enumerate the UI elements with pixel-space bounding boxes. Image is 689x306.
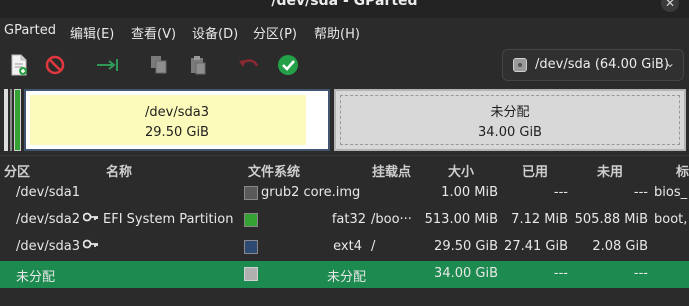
mount-cell: /boo··· — [371, 212, 411, 227]
name-cell: EFI System Partition — [103, 212, 234, 227]
unused-cell: 2.08 GiB — [592, 239, 648, 254]
mount-cell: / — [371, 239, 376, 254]
col-name[interactable]: 名称 — [106, 161, 132, 180]
unused-cell: --- — [633, 266, 648, 281]
disk-icon — [513, 58, 527, 72]
partition-cell: 未分配 — [16, 270, 56, 285]
table-row-selected[interactable]: 未分配 未分配 34.00 GiB --- --- — [0, 261, 689, 288]
new-partition-icon[interactable] — [6, 52, 32, 78]
fs-color-swatch — [244, 213, 258, 227]
col-partition[interactable]: 分区 — [4, 161, 30, 180]
menu-edit[interactable]: 编辑(E) — [70, 23, 114, 42]
apply-icon[interactable] — [275, 52, 301, 78]
segment-gap — [10, 89, 12, 151]
fs-color-swatch — [244, 267, 258, 281]
device-selector-label: /dev/sda (64.00 GiB) — [535, 57, 669, 72]
unused-cell: 505.88 MiB — [574, 212, 648, 227]
size-cell: 513.00 MiB — [424, 212, 498, 227]
fs-cell: fat32 — [331, 212, 366, 227]
used-cell: 27.41 GiB — [504, 239, 568, 254]
partition-cell: /dev/sda3 — [16, 239, 80, 254]
size-cell: 1.00 MiB — [441, 185, 498, 200]
flags-cell: bios_ — [654, 185, 688, 200]
fs-cell: grub2 core.img — [261, 185, 361, 200]
col-size[interactable]: 大小 — [448, 161, 474, 180]
key-icon — [83, 211, 99, 227]
menu-view[interactable]: 查看(V) — [131, 23, 176, 42]
col-flags[interactable]: 标 — [676, 161, 689, 180]
key-icon — [83, 238, 99, 254]
unallocated-name: 未分配 — [490, 105, 530, 120]
table-header: 分区 名称 文件系统 挂载点 大小 已用 未用 标 — [0, 155, 689, 181]
sda2-segment[interactable] — [14, 89, 21, 151]
sda3-name: /dev/sda3 — [145, 105, 209, 120]
partition-cell: /dev/sda2 — [16, 212, 80, 227]
unallocated-size: 34.00 GiB — [478, 125, 542, 140]
sda1-segment[interactable] — [4, 89, 8, 151]
paste-icon[interactable] — [185, 52, 211, 78]
menu-device[interactable]: 设备(D) — [192, 23, 238, 42]
resize-move-icon[interactable] — [95, 52, 121, 78]
table-row[interactable]: /dev/sda3 ext4 / 29.50 GiB 27.41 GiB 2.0… — [0, 234, 689, 261]
fs-cell: 未分配 — [326, 270, 366, 285]
close-icon[interactable]: ✕ — [661, 0, 679, 12]
col-used[interactable]: 已用 — [522, 161, 548, 180]
sda3-size: 29.50 GiB — [145, 125, 209, 140]
chevron-down-icon: ⌄ — [664, 56, 675, 70]
partition-cell: /dev/sda1 — [16, 185, 80, 200]
col-filesystem[interactable]: 文件系统 — [248, 161, 300, 180]
flags-cell: boot, — [654, 212, 688, 227]
fs-color-swatch — [244, 186, 258, 200]
fs-color-swatch — [244, 240, 258, 254]
device-selector[interactable]: /dev/sda (64.00 GiB) ⌄ — [502, 49, 684, 81]
menu-bar: GParted 编辑(E) 查看(V) 设备(D) 分区(P) 帮助(H) — [0, 18, 689, 46]
used-cell: --- — [553, 185, 568, 200]
menu-partition[interactable]: 分区(P) — [253, 23, 297, 42]
partition-visualization: /dev/sda3 29.50 GiB 未分配 34.00 GiB — [0, 86, 689, 154]
window-title: /dev/sda - GParted — [271, 0, 418, 9]
table-row[interactable]: /dev/sda1 grub2 core.img 1.00 MiB --- --… — [0, 180, 689, 207]
used-cell: --- — [553, 266, 568, 281]
used-cell: 7.12 MiB — [511, 212, 568, 227]
col-mountpoint[interactable]: 挂载点 — [372, 161, 411, 180]
sda3-segment[interactable]: /dev/sda3 29.50 GiB — [24, 89, 330, 151]
copy-icon[interactable] — [146, 52, 172, 78]
delete-icon[interactable] — [42, 52, 68, 78]
size-cell: 34.00 GiB — [434, 266, 498, 281]
unallocated-segment[interactable]: 未分配 34.00 GiB — [334, 89, 686, 151]
fs-cell: ext4 — [333, 239, 362, 254]
undo-icon[interactable] — [236, 52, 262, 78]
title-bar: /dev/sda - GParted ✕ — [0, 0, 689, 18]
col-unused[interactable]: 未用 — [597, 161, 623, 180]
unused-cell: --- — [633, 185, 648, 200]
menu-gparted[interactable]: GParted — [4, 23, 56, 38]
size-cell: 29.50 GiB — [434, 239, 498, 254]
menu-help[interactable]: 帮助(H) — [314, 23, 360, 42]
table-row[interactable]: /dev/sda2 EFI System Partition fat32 /bo… — [0, 207, 689, 234]
